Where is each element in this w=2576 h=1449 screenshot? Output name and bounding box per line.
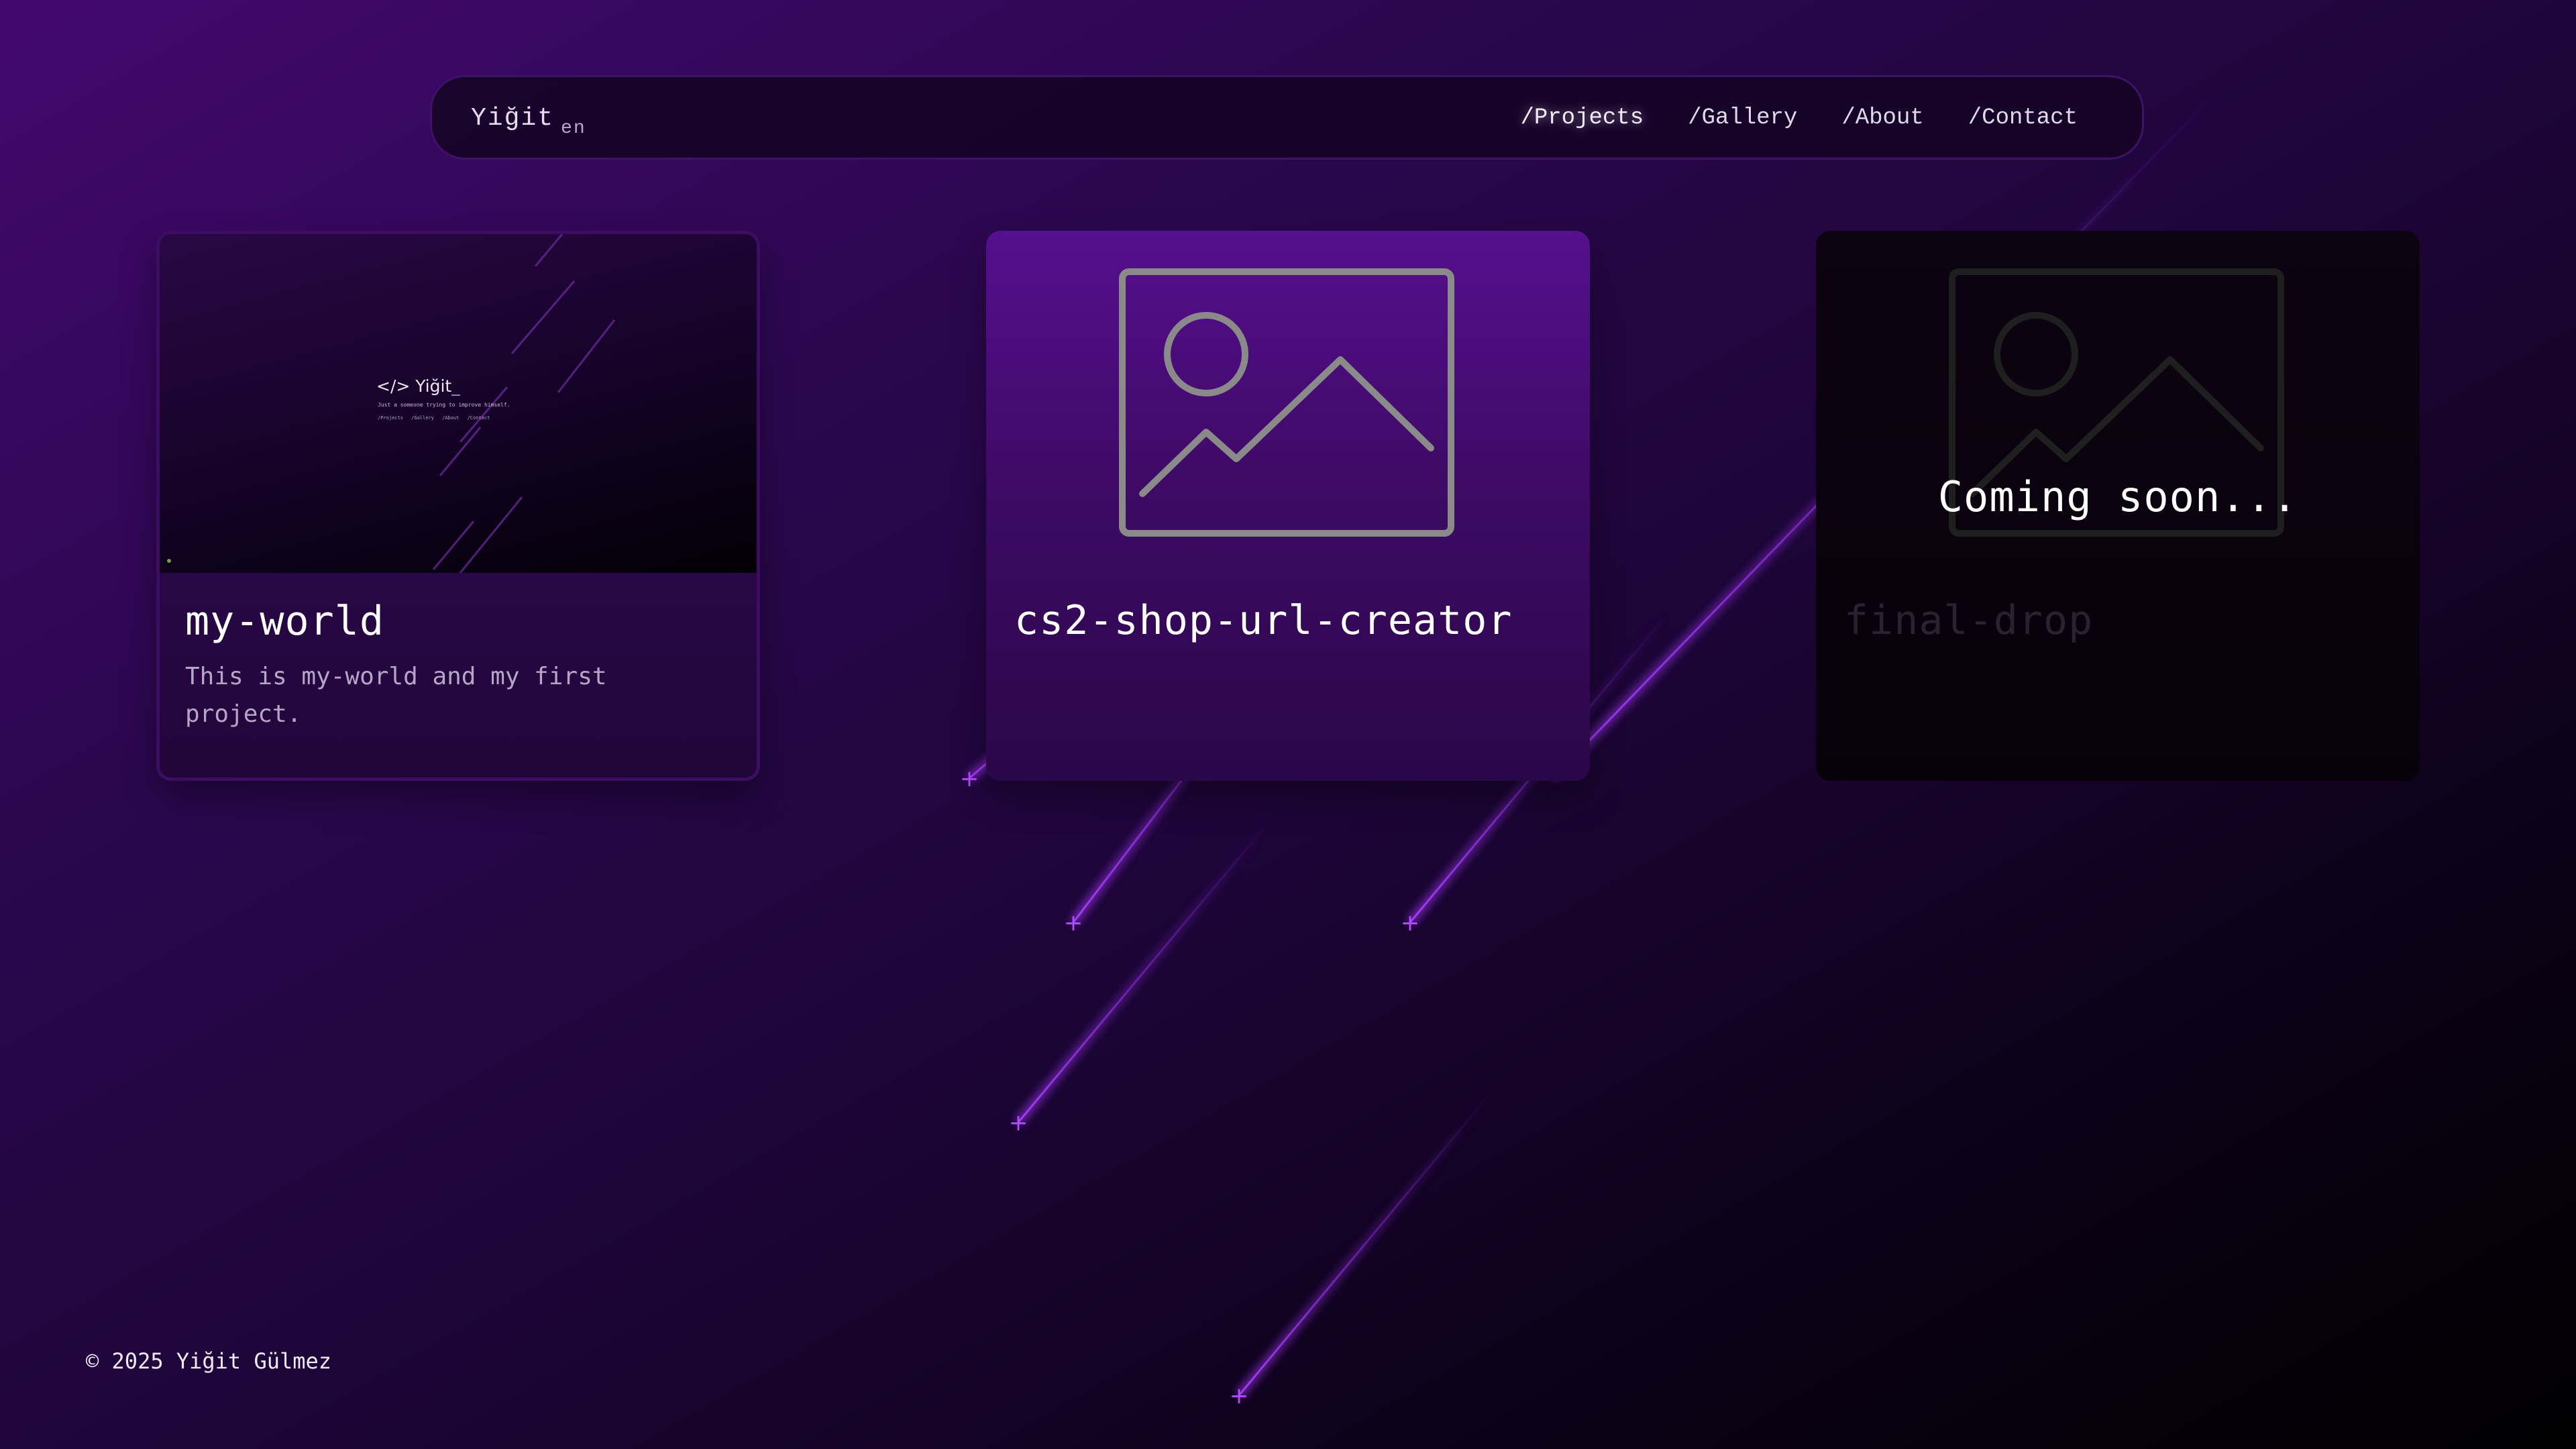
language-switch[interactable]: en xyxy=(561,118,586,139)
thumbnail-indicator-dot xyxy=(167,559,171,563)
thumbnail-nav: /Projects /Gallery /About /Contact xyxy=(378,415,490,421)
meteor-6: + xyxy=(1230,1083,1500,1409)
nav-link-projects[interactable]: /Projects xyxy=(1520,105,1644,131)
code-brackets-icon: </> xyxy=(376,376,411,396)
project-thumbnail: </> Yiğit_ Just a someone trying to impr… xyxy=(160,234,757,573)
thumbnail-brand: </> Yiğit_ xyxy=(376,376,460,396)
svg-text:+: + xyxy=(1230,1383,1249,1409)
nav-link-contact[interactable]: /Contact xyxy=(1968,105,2078,131)
thumbnail-tagline: Just a someone trying to improve himself… xyxy=(378,402,511,408)
project-card-my-world[interactable]: </> Yiğit_ Just a someone trying to impr… xyxy=(156,231,760,781)
svg-text:+: + xyxy=(1009,1110,1028,1136)
coming-soon-label: Coming soon... xyxy=(1937,472,2298,521)
thumbnail-cursor: _ xyxy=(451,376,460,396)
brand-logo[interactable]: Yiğit en xyxy=(471,104,586,139)
nav-link-about[interactable]: /About xyxy=(1841,105,1923,131)
brand-name[interactable]: Yiğit xyxy=(471,104,554,133)
project-title: my-world xyxy=(185,598,384,645)
svg-text:+: + xyxy=(960,765,979,792)
meteor-5: + xyxy=(1009,812,1279,1136)
project-description: This is my-world and my first project. xyxy=(185,663,607,728)
svg-text:+: + xyxy=(1401,910,1420,936)
project-title: cs2-shop-url-creator xyxy=(1014,597,1513,644)
image-placeholder-icon xyxy=(1119,268,1454,537)
project-card-cs2-shop-url-creator[interactable]: cs2-shop-url-creator xyxy=(986,231,1590,781)
top-navbar: Yiğit en /Projects /Gallery /About /Conta… xyxy=(430,75,2144,160)
thumbnail-brand-name: Yiğit xyxy=(415,376,452,396)
footer-copyright: © 2025 Yiğit Gülmez xyxy=(86,1348,332,1374)
svg-text:+: + xyxy=(1064,910,1083,936)
project-title: final-drop xyxy=(1844,597,2094,644)
nav-link-gallery[interactable]: /Gallery xyxy=(1688,105,1797,131)
nav-links: /Projects /Gallery /About /Contact xyxy=(1520,105,2078,131)
project-card-final-drop: Coming soon... final-drop xyxy=(1816,231,2420,781)
